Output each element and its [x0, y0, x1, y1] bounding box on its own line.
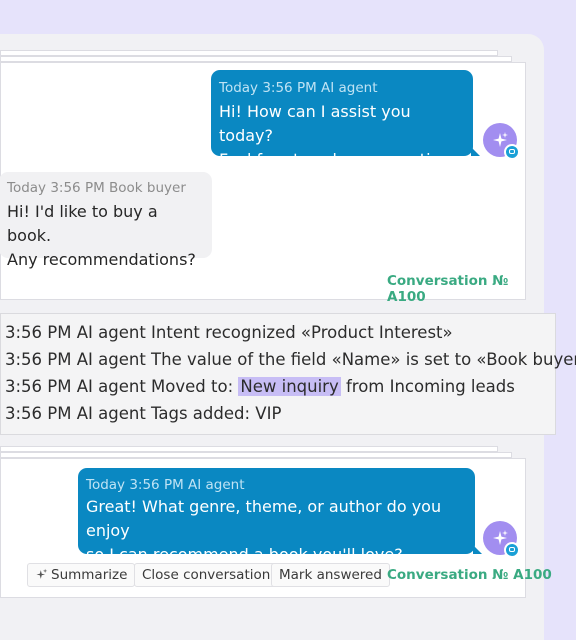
chat-icon	[504, 144, 520, 160]
chat-icon	[504, 542, 520, 558]
agent-message-bubble: Today 3:56 PM AI agent Great! What genre…	[78, 468, 482, 564]
message-text: Great! What genre, theme, or author do y…	[86, 497, 442, 540]
message-meta: Today 3:56 PM Book buyer	[7, 180, 186, 196]
message-text: Hi! I'd like to buy a book.	[7, 202, 158, 245]
conversation-card[interactable]: Today 3:56 PM AI agent Hi! How can I ass…	[0, 62, 526, 305]
message-text: Hi! How can I assist you today?	[219, 102, 411, 145]
log-entry: 3:56 PM AI agent Intent recognized «Prod…	[5, 323, 453, 342]
message-text: Any recommendations?	[7, 250, 196, 269]
close-conversation-button[interactable]: Close conversation	[134, 563, 279, 587]
conversation-number[interactable]: Conversation № A100	[387, 273, 525, 305]
log-text: from Incoming leads	[340, 377, 515, 396]
log-entry: 3:56 PM AI agent Tags added: VIP	[5, 404, 282, 423]
sparkle-icon	[36, 568, 48, 579]
conversation-number[interactable]: Conversation № A100	[387, 567, 552, 583]
agent-avatar	[483, 123, 520, 160]
buyer-message-bubble: Today 3:56 PM Book buyer Hi! I'd like to…	[0, 172, 212, 269]
event-log: 3:56 PM AI agent Intent recognized «Prod…	[0, 313, 576, 435]
agent-message-bubble: Today 3:56 PM AI agent Hi! How can I ass…	[211, 70, 480, 193]
log-text: 3:56 PM AI agent Moved to:	[5, 377, 239, 396]
message-meta: Today 3:56 PM AI agent	[86, 477, 245, 493]
log-entry: 3:56 PM AI agent The value of the field …	[5, 350, 576, 369]
mark-answered-button[interactable]: Mark answered	[271, 563, 390, 587]
summarize-button[interactable]: Summarize	[27, 563, 136, 587]
summarize-label: Summarize	[51, 567, 128, 583]
message-text: Feel free to ask any question 😊	[219, 150, 451, 193]
message-meta: Today 3:56 PM AI agent	[219, 80, 378, 96]
agent-avatar	[483, 521, 520, 558]
log-entry: 3:56 PM AI agent Moved to: New inquiry f…	[5, 377, 515, 396]
stage-highlight: New inquiry	[238, 377, 341, 396]
